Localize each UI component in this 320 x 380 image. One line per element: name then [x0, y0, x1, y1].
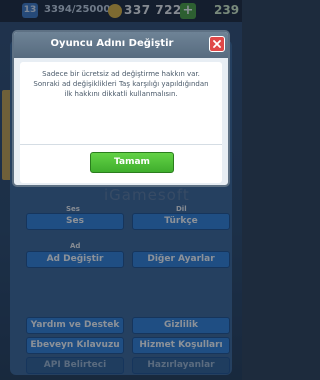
dialog-title: Oyuncu Adını Değiştir	[50, 38, 174, 49]
dialog-divider	[20, 144, 222, 145]
dialog-body: Sadece bir ücretsiz ad değiştirme hakkın…	[20, 62, 222, 183]
dialog-message: Sadece bir ücretsiz ad değiştirme hakkın…	[33, 70, 209, 98]
close-icon	[213, 40, 221, 48]
close-button[interactable]	[209, 36, 225, 52]
ok-button[interactable]: Tamam	[90, 152, 174, 173]
dialog-header: Oyuncu Adını Değiştir	[14, 32, 228, 58]
change-name-dialog: Oyuncu Adını Değiştir Sadece bir ücretsi…	[12, 30, 230, 187]
